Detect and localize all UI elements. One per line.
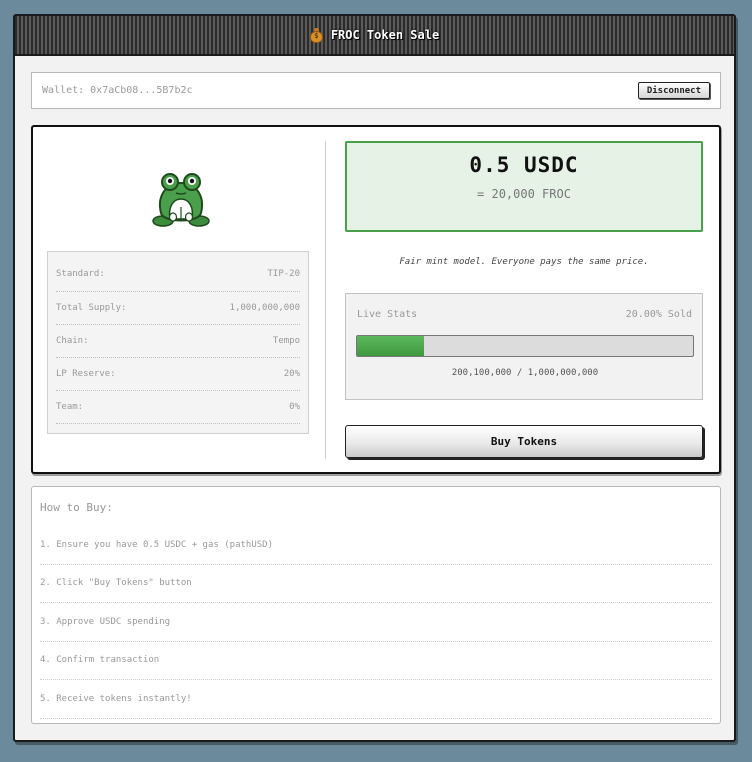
fair-mint-note: Fair mint model. Everyone pays the same … (399, 257, 649, 267)
info-row-team: Team: 0% (56, 391, 300, 424)
sale-panel: Standard: TIP-20 Total Supply: 1,000,000… (31, 125, 721, 474)
buy-tokens-button[interactable]: Buy Tokens (345, 425, 703, 458)
info-value: TIP-20 (267, 268, 300, 279)
frog-mascot-icon (152, 173, 210, 227)
window-title: FROC Token Sale (330, 28, 440, 42)
stats-title: Live Stats (357, 309, 418, 320)
info-key: LP Reserve: (56, 369, 116, 379)
step-item: 2. Click "Buy Tokens" button (40, 565, 712, 603)
info-row-chain: Chain: Tempo (56, 325, 300, 358)
disconnect-button[interactable]: Disconnect (637, 82, 710, 99)
step-item: 5. Receive tokens instantly! (40, 680, 712, 719)
info-row-standard: Standard: TIP-20 (56, 256, 300, 292)
wallet-bar: Wallet: 0x7aCb08...5B7b2c Disconnect (31, 72, 721, 109)
token-info-column: Standard: TIP-20 Total Supply: 1,000,000… (47, 141, 309, 457)
step-item: 4. Confirm transaction (40, 642, 712, 680)
price-main: 0.5 USDC (469, 153, 579, 177)
how-to-buy-panel: How to Buy: 1. Ensure you have 0.5 USDC … (31, 486, 721, 724)
info-value: 20% (283, 369, 300, 379)
info-value: 1,000,000,000 (229, 303, 300, 313)
info-key: Total Supply: (56, 303, 127, 313)
info-key: Standard: (56, 268, 105, 279)
info-value: 0% (289, 402, 300, 412)
info-key: Team: (56, 402, 84, 412)
info-value: Tempo (272, 336, 300, 346)
info-key: Chain: (56, 336, 89, 346)
sale-progress-bar (356, 335, 694, 357)
app-window: $ FROC Token Sale Wallet: 0x7aCb08...5B7… (13, 14, 736, 742)
sale-progress-fill (357, 336, 425, 356)
price-box: 0.5 USDC = 20,000 FROC (345, 141, 703, 232)
sold-percentage: 20.00% Sold (625, 309, 692, 320)
column-divider (325, 141, 326, 459)
title-bar: $ FROC Token Sale (15, 16, 734, 56)
price-conversion: = 20,000 FROC (477, 187, 571, 201)
money-bag-icon: $ (309, 27, 323, 43)
live-stats-box: Live Stats 20.00% Sold 200,100,000 / 1,0… (345, 293, 703, 400)
wallet-address: Wallet: 0x7aCb08...5B7b2c (42, 85, 193, 96)
info-row-total-supply: Total Supply: 1,000,000,000 (56, 292, 300, 325)
sold-count: 200,100,000 / 1,000,000,000 (451, 368, 599, 378)
stats-header: Live Stats 20.00% Sold (357, 309, 692, 320)
token-info-table: Standard: TIP-20 Total Supply: 1,000,000… (47, 251, 309, 434)
step-item: 3. Approve USDC spending (40, 603, 712, 642)
how-to-buy-title: How to Buy: (40, 501, 113, 514)
step-item: 1. Ensure you have 0.5 USDC + gas (pathU… (40, 526, 712, 565)
purchase-column: 0.5 USDC = 20,000 FROC Fair mint model. … (345, 141, 703, 461)
info-row-lp-reserve: LP Reserve: 20% (56, 358, 300, 391)
